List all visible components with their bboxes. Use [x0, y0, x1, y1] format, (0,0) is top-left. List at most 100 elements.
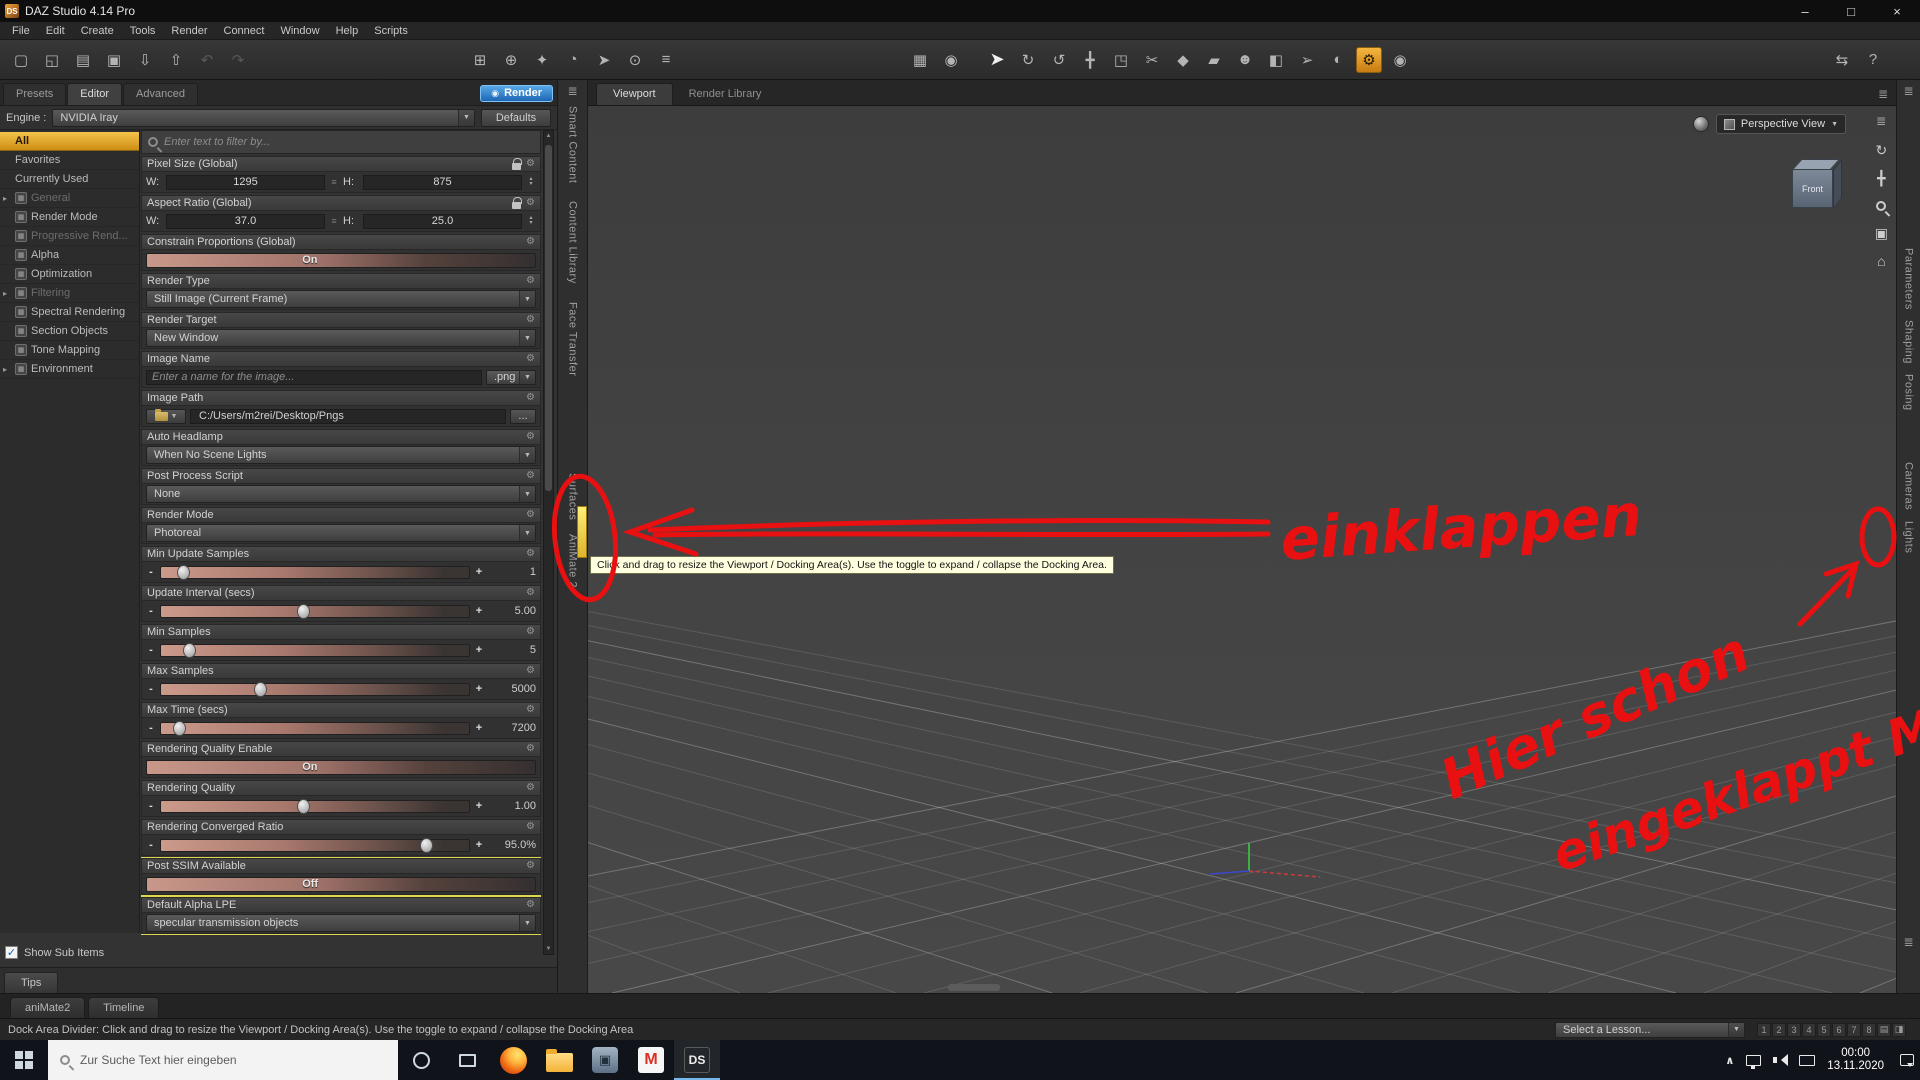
engine-dropdown[interactable]: NVIDIA Iray ▼ [52, 108, 475, 127]
viewport-options-icon[interactable]: ≣ [1876, 114, 1886, 128]
lesson-page-5[interactable]: 5 [1817, 1022, 1831, 1037]
tab-viewport[interactable]: Viewport [596, 83, 673, 105]
primitive-tool-icon[interactable]: ◧ [1263, 47, 1289, 73]
gear-icon[interactable]: ⚙ [526, 549, 535, 559]
width-value[interactable]: 1295 [166, 174, 325, 190]
gear-icon[interactable]: ⚙ [526, 315, 535, 325]
menu-render[interactable]: Render [163, 25, 215, 37]
help-button-icon[interactable]: ? [1860, 47, 1886, 73]
cortana-button[interactable] [398, 1040, 444, 1080]
menu-edit[interactable]: Edit [38, 25, 73, 37]
firefox-button[interactable] [490, 1040, 536, 1080]
tips-button[interactable]: Tips [4, 972, 59, 993]
category-optimization[interactable]: ▦ Optimization [0, 265, 139, 284]
translate-tool-icon[interactable]: ╋ [1077, 47, 1103, 73]
maximize-button[interactable]: □ [1828, 0, 1874, 22]
category-spectral-rendering[interactable]: ▦ Spectral Rendering [0, 303, 139, 322]
app-button[interactable]: ▣ [582, 1040, 628, 1080]
slider-increment[interactable]: + [474, 800, 484, 812]
rotate-tool-icon[interactable]: ↻ [1015, 47, 1041, 73]
redo-button-icon[interactable]: ↷ [225, 47, 251, 73]
dock-tab-smart-content[interactable]: Smart Content [567, 106, 579, 183]
import-button-icon[interactable]: ⇩ [132, 47, 158, 73]
orbit-tool-icon[interactable]: ↺ [1046, 47, 1072, 73]
gear-icon[interactable]: ⚙ [526, 588, 535, 598]
export-button-icon[interactable]: ⇧ [163, 47, 189, 73]
dock-tab-lights[interactable]: Lights [1903, 521, 1915, 553]
dock-divider-toggle[interactable] [577, 506, 587, 558]
slider-track[interactable] [160, 837, 470, 853]
menu-window[interactable]: Window [272, 25, 327, 37]
open-file-button-icon[interactable]: ◱ [39, 47, 65, 73]
pane-menu-icon[interactable]: ≣ [1903, 84, 1913, 98]
dropdown[interactable]: Still Image (Current Frame) ▼ [146, 290, 536, 308]
toggle-off[interactable]: Off [146, 876, 536, 892]
gear-icon[interactable]: ⚙ [526, 198, 535, 208]
gear-icon[interactable]: ⚙ [526, 705, 535, 715]
menu-help[interactable]: Help [328, 25, 367, 37]
viewport-canvas[interactable]: Perspective View ▼ ≣ Front ↻ ╋ ▣ ⌂ [588, 106, 1896, 993]
gear-icon[interactable]: ⚙ [526, 666, 535, 676]
filter-box[interactable]: Enter text to filter by... [141, 130, 541, 154]
category-progressive-rend[interactable]: ▦ Progressive Rend... [0, 227, 139, 246]
pane-options-icon[interactable]: ≣ [1878, 87, 1888, 101]
gear-icon[interactable]: ⚙ [526, 627, 535, 637]
dock-tab-shaping[interactable]: Shaping [1903, 320, 1915, 364]
viewport-scrollbar[interactable] [948, 984, 1000, 991]
slider-decrement[interactable]: - [146, 839, 156, 851]
slider-knob[interactable] [173, 720, 187, 736]
expand-arrow-icon[interactable]: ▸ [3, 289, 11, 298]
tab-animate2[interactable]: aniMate2 [10, 997, 86, 1018]
explorer-button[interactable] [536, 1040, 582, 1080]
lesson-page-2[interactable]: 2 [1772, 1022, 1786, 1037]
volume-icon[interactable] [1773, 1054, 1789, 1066]
slider-decrement[interactable]: - [146, 722, 156, 734]
pan-camera-icon[interactable]: ╋ [1877, 170, 1885, 187]
lesson-page-1[interactable]: 1 [1757, 1022, 1771, 1037]
image-name-input[interactable]: Enter a name for the image... [146, 369, 482, 385]
height-value[interactable]: 25.0 [363, 213, 522, 229]
gear-icon[interactable]: ⚙ [526, 471, 535, 481]
lesson-page-7[interactable]: 7 [1847, 1022, 1861, 1037]
slider-knob[interactable] [419, 837, 433, 853]
tab-advanced[interactable]: Advanced [123, 83, 198, 105]
category-filtering[interactable]: ▸ ▦ Filtering [0, 284, 139, 303]
tab-presets[interactable]: Presets [3, 83, 67, 105]
category-render-mode[interactable]: ▦ Render Mode [0, 208, 139, 227]
slider-knob[interactable] [176, 564, 190, 580]
slider-knob[interactable] [296, 798, 310, 814]
gmail-button[interactable]: M [628, 1040, 674, 1080]
slider-track[interactable] [160, 720, 470, 736]
dropdown[interactable]: specular transmission objects ▼ [146, 914, 536, 932]
tab-timeline[interactable]: Timeline [88, 997, 160, 1018]
panel-icon[interactable]: ◨ [1892, 1022, 1906, 1037]
defaults-button[interactable]: Defaults [481, 108, 551, 127]
menu-tools[interactable]: Tools [122, 25, 164, 37]
pane-menu-icon[interactable]: ≣ [1903, 935, 1913, 949]
toggle-on[interactable]: On [146, 759, 536, 775]
dropdown[interactable]: None ▼ [146, 485, 536, 503]
gear-icon[interactable]: ⚙ [526, 432, 535, 442]
keyboard-icon[interactable] [1799, 1054, 1816, 1066]
lesson-page-3[interactable]: 3 [1787, 1022, 1801, 1037]
home-camera-icon[interactable]: ⌂ [1877, 253, 1885, 269]
slider-track[interactable] [160, 564, 470, 580]
category-currently-used[interactable]: Currently Used [0, 170, 139, 189]
drag-grip[interactable]: ≡ [329, 214, 339, 229]
gear-icon[interactable]: ⚙ [526, 393, 535, 403]
menu-file[interactable]: File [4, 25, 38, 37]
task-view-button[interactable] [444, 1040, 490, 1080]
folder-button[interactable]: ▼ [146, 408, 186, 424]
node-selection-tool-icon[interactable]: ➤ [984, 47, 1010, 73]
grid-snap-button-icon[interactable]: ▦ [907, 47, 933, 73]
drag-grip[interactable]: ≡ [329, 175, 339, 190]
spinner[interactable]: ▴ ▾ [526, 215, 536, 226]
view-selector-dropdown[interactable]: Perspective View ▼ [1715, 114, 1846, 134]
toggle-on[interactable]: On [146, 252, 536, 268]
action-center-icon[interactable] [1900, 1054, 1914, 1067]
expand-arrow-icon[interactable]: ▸ [3, 365, 11, 374]
slider-increment[interactable]: + [474, 839, 484, 851]
gear-icon[interactable]: ⚙ [526, 744, 535, 754]
network-icon[interactable] [1746, 1054, 1762, 1069]
slider-increment[interactable]: + [474, 566, 484, 578]
